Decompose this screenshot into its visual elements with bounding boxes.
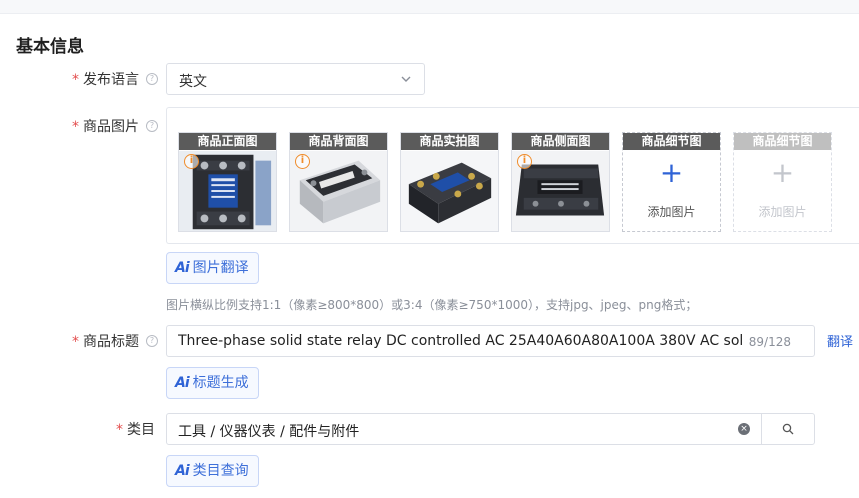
category-label-text: 类目	[127, 422, 155, 438]
title-label: * 商品标题	[72, 331, 139, 351]
add-image-text: 添加图片	[647, 205, 696, 219]
required-mark: *	[72, 119, 79, 135]
info-warning-icon: i	[184, 154, 199, 169]
images-label-text: 商品图片	[83, 119, 139, 135]
title-label-text: 商品标题	[83, 334, 139, 350]
add-detail-image-card-disabled: 商品细节图 + 添加图片	[733, 132, 832, 232]
image-card-real[interactable]: 商品实拍图	[400, 132, 499, 232]
image-caption: 商品正面图	[179, 133, 276, 150]
ai-icon: Ai	[175, 260, 190, 276]
top-strip	[0, 0, 859, 14]
image-caption: 商品细节图	[734, 133, 831, 150]
image-caption: 商品实拍图	[401, 133, 498, 150]
add-detail-image-card[interactable]: 商品细节图 + 添加图片	[622, 132, 721, 232]
language-select-value: 英文	[179, 74, 207, 90]
section-title: 基本信息	[16, 37, 84, 57]
plus-icon: +	[659, 156, 684, 189]
add-image-text: 添加图片	[758, 205, 807, 219]
translate-link[interactable]: 翻译	[827, 331, 853, 350]
category-query-label: 类目查询	[192, 463, 249, 479]
image-translate-button[interactable]: Ai 图片翻译	[166, 252, 259, 284]
info-warning-icon: i	[517, 154, 532, 169]
char-counter: 89/128	[748, 335, 791, 349]
help-icon[interactable]: ?	[146, 73, 158, 85]
image-card-back[interactable]: 商品背面图 i	[289, 132, 388, 232]
category-query-button[interactable]: Ai 类目查询	[166, 455, 259, 487]
clear-icon[interactable]: ×	[738, 423, 750, 435]
title-input-value: Three-phase solid state relay DC control…	[178, 333, 744, 349]
title-input[interactable]: Three-phase solid state relay DC control…	[166, 325, 815, 357]
search-icon	[782, 423, 794, 435]
category-label: * 类目	[116, 419, 155, 439]
category-input[interactable]: 工具 / 仪器仪表 / 配件与附件 ×	[166, 413, 762, 445]
category-search-button[interactable]	[761, 413, 815, 445]
images-label: * 商品图片	[72, 116, 139, 136]
image-card-side[interactable]: 商品侧面图 i	[511, 132, 610, 232]
image-translate-label: 图片翻译	[192, 260, 249, 276]
required-mark: *	[116, 422, 123, 438]
title-generate-label: 标题生成	[192, 375, 249, 391]
image-card-front[interactable]: 商品正面图 i	[178, 132, 277, 232]
title-generate-button[interactable]: Ai 标题生成	[166, 367, 259, 399]
ai-icon: Ai	[175, 463, 190, 479]
image-hint: 图片横纵比例支持1:1（像素≥800*800）或3:4（像素≥750*1000）…	[166, 298, 698, 312]
images-panel: 商品正面图 i 商品背面图 i 商品实拍图 商品侧面图 i 商品细节图 + 添加…	[166, 107, 859, 244]
image-caption: 商品背面图	[290, 133, 387, 150]
required-mark: *	[72, 72, 79, 88]
product-photo	[401, 150, 498, 231]
image-caption: 商品侧面图	[512, 133, 609, 150]
category-input-value: 工具 / 仪器仪表 / 配件与附件	[178, 424, 360, 440]
help-icon[interactable]: ?	[146, 335, 158, 347]
language-label-text: 发布语言	[83, 72, 139, 88]
chevron-down-icon	[401, 76, 411, 82]
plus-icon: +	[770, 156, 795, 189]
language-label: * 发布语言	[72, 69, 139, 89]
info-warning-icon: i	[295, 154, 310, 169]
help-icon[interactable]: ?	[146, 120, 158, 132]
language-select[interactable]: 英文	[166, 63, 425, 95]
image-caption: 商品细节图	[623, 133, 720, 150]
required-mark: *	[72, 334, 79, 350]
ai-icon: Ai	[175, 375, 190, 391]
